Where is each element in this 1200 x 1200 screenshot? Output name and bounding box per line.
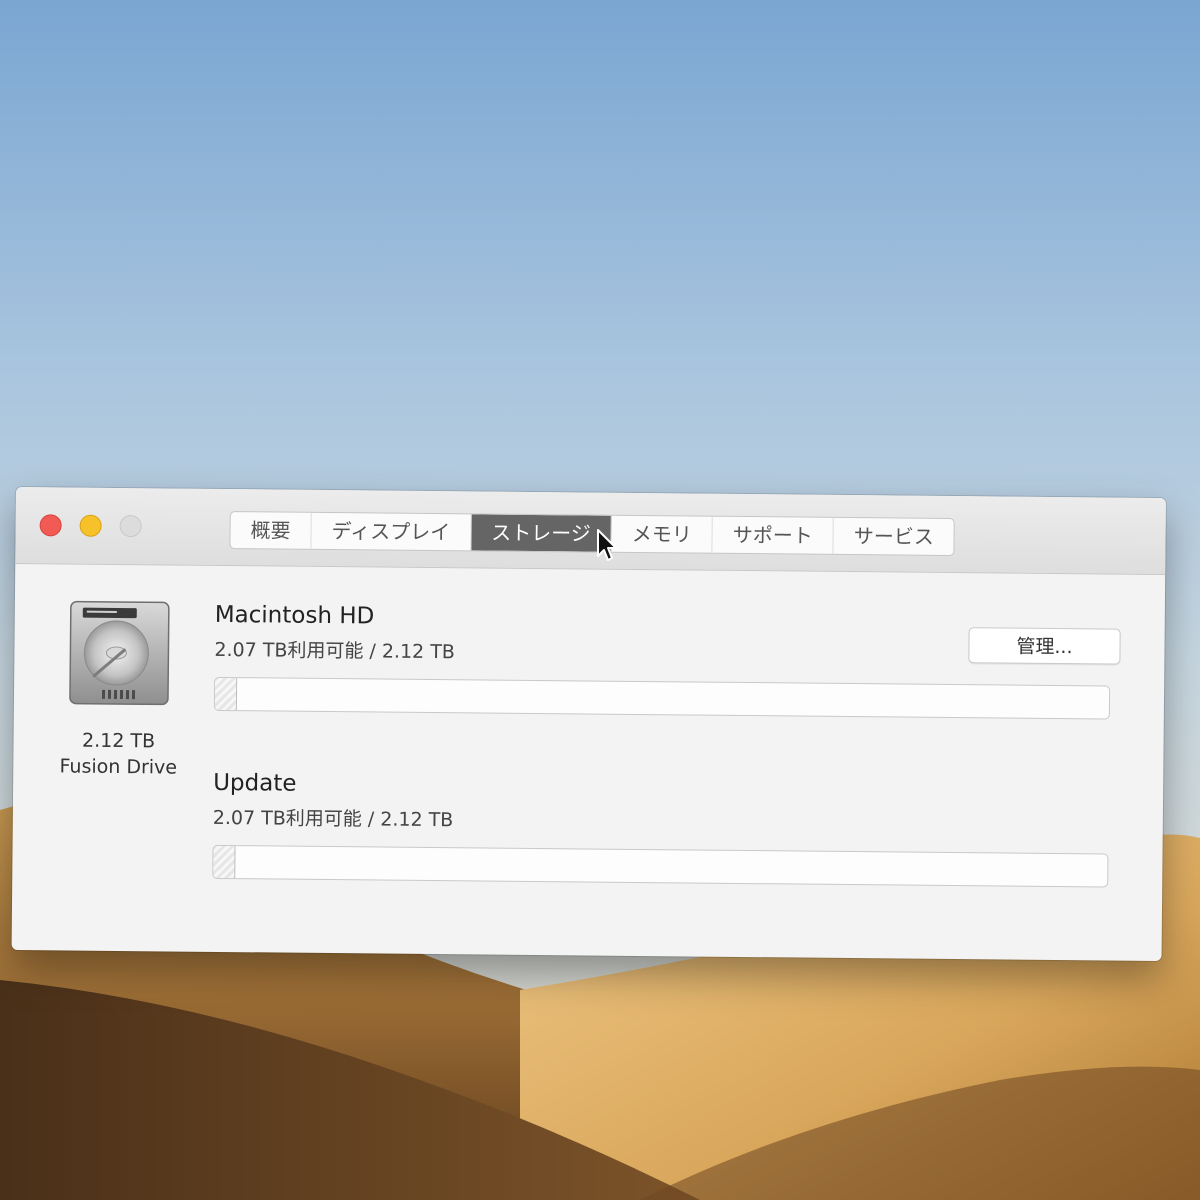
about-this-mac-window: 概要 ディスプレイ ストレージ メモリ サポート サービス 2.12 TB Fu…: [11, 487, 1166, 962]
title-bar: 概要 ディスプレイ ストレージ メモリ サポート サービス: [15, 487, 1166, 576]
close-button[interactable]: [39, 514, 62, 537]
storage-usage-bar: [213, 676, 1111, 720]
minimize-button[interactable]: [79, 514, 102, 537]
hard-drive-icon: [69, 600, 170, 706]
manage-button[interactable]: 管理...: [968, 627, 1121, 665]
volume-usage: 2.07 TB利用可能 / 2.12 TB: [212, 806, 454, 832]
desktop: 概要 ディスプレイ ストレージ メモリ サポート サービス 2.12 TB Fu…: [0, 0, 1200, 1200]
storage-usage-bar: [212, 844, 1109, 888]
storage-used-segment: [213, 845, 236, 879]
tab-service[interactable]: サービス: [834, 518, 954, 555]
tab-overview[interactable]: 概要: [230, 512, 312, 549]
volume-update: Update 2.07 TB利用可能 / 2.12 TB: [212, 767, 1113, 888]
tab-bar: 概要 ディスプレイ ストレージ メモリ サポート サービス: [229, 511, 955, 557]
zoom-button[interactable]: [119, 514, 142, 538]
mouse-pointer-icon: [597, 529, 617, 561]
tab-memory[interactable]: メモリ: [611, 515, 713, 553]
drive-type: Fusion Drive: [59, 755, 178, 779]
tab-storage[interactable]: ストレージ: [471, 514, 612, 552]
drive-capacity: 2.12 TB: [81, 729, 156, 753]
tab-displays[interactable]: ディスプレイ: [311, 512, 472, 551]
drive-summary: 2.12 TB Fusion Drive: [43, 597, 195, 780]
volume-name: Update: [213, 769, 297, 797]
tab-support[interactable]: サポート: [712, 516, 834, 554]
storage-used-segment: [214, 677, 237, 711]
